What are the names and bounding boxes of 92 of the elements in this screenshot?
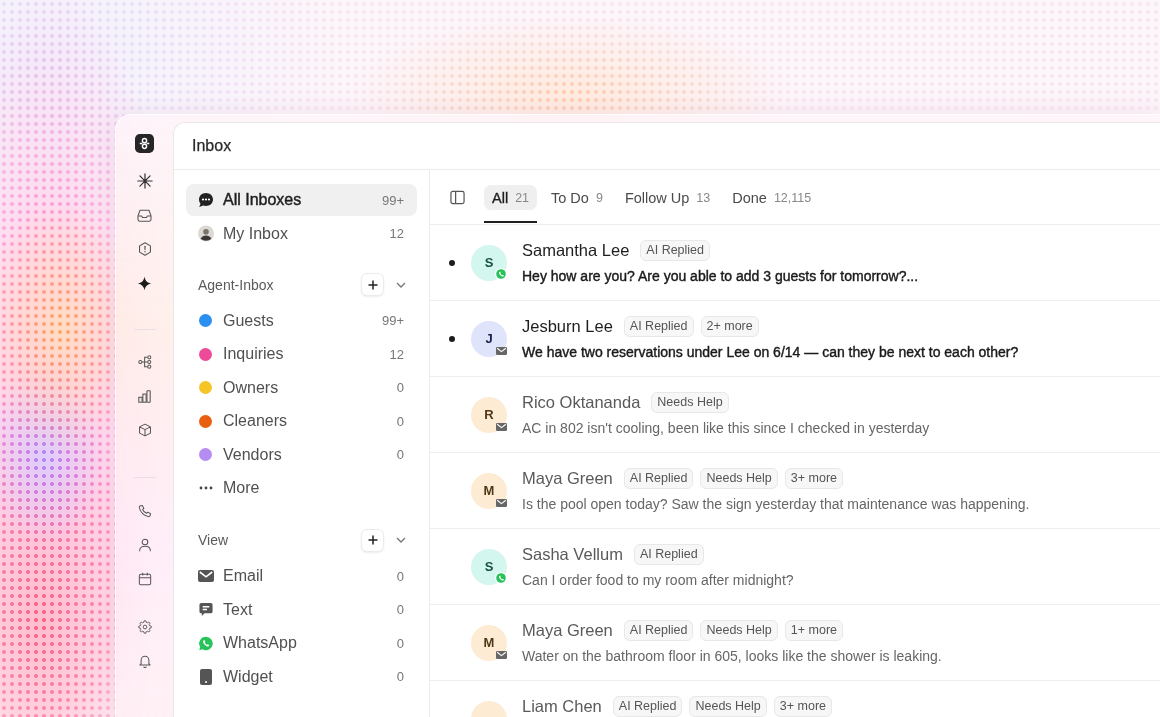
tab[interactable]: To Do 9 [543, 185, 611, 223]
contact-name: Jesburn Lee [522, 316, 613, 336]
bell-icon[interactable] [137, 654, 152, 668]
chevron-down-icon[interactable] [396, 281, 406, 288]
contact-name: Liam Chen [522, 696, 602, 716]
sidebar-item[interactable]: WhatsApp 0 [186, 627, 417, 659]
node-branch-icon[interactable] [137, 355, 152, 369]
mobile-device-icon [198, 668, 214, 685]
calendar-icon[interactable] [137, 572, 152, 586]
status-tag: Needs Help [689, 695, 767, 717]
envelope-badge-icon [496, 422, 507, 431]
add-button[interactable] [361, 528, 384, 552]
contact-avatar: J [471, 320, 507, 357]
status-tag: AI Replied [623, 619, 694, 641]
chevron-down-icon[interactable] [396, 537, 406, 543]
envelope-icon [198, 570, 214, 582]
message-preview: We have two reservations under Lee on 6/14 — can they be next to each other? [522, 342, 1019, 362]
status-tag: AI Replied [623, 315, 694, 337]
message-preview: AC in 802 isn't cooling, been like this since I checked in yesterday [522, 418, 930, 438]
status-tag: Needs Help [700, 619, 778, 641]
plus-icon [367, 279, 378, 290]
status-tag: 3+ more [773, 695, 833, 717]
status-tag: AI Replied [623, 467, 694, 489]
inbox-tray-icon[interactable] [137, 208, 152, 222]
sidebar-item[interactable]: Inquiries 12 [186, 338, 417, 370]
conversation-row[interactable]: J Jesburn Lee AI Replied 2+ more We have two reservations under Lee on 6/14 — can they be next to each other? [430, 301, 1160, 377]
whatsapp-badge-icon [495, 267, 507, 280]
hexagon-alert-icon[interactable] [137, 242, 152, 256]
message-preview: Water on the bathroom floor in 605, looks like the shower is leaking. [522, 646, 942, 666]
sidebar-item[interactable]: Owners 0 [186, 371, 417, 404]
contact-name: Rico Oktananda [522, 392, 641, 412]
message-preview: Hey how are you? Are you able to add 3 guests for tomorrow?... [522, 266, 919, 286]
conversation-row[interactable]: Liam Chen AI Replied Needs Help 3+ more [430, 681, 1160, 717]
sidebar-toggle-icon[interactable] [450, 189, 465, 205]
sidebar-item[interactable]: More [186, 472, 417, 504]
whatsapp-badge-icon [495, 571, 507, 584]
sidebar-item[interactable]: My Inbox 12 [186, 217, 417, 250]
conversation-row[interactable]: M Maya Green AI Replied Needs Help 3+ more Is the pool open today? Saw the sign yesterday that maintenance was happening. [430, 453, 1160, 529]
sidebar-item[interactable]: Text 0 [186, 593, 417, 626]
contact-avatar: M [471, 624, 507, 661]
section-title: View [198, 532, 229, 548]
conversation-row[interactable]: M Maya Green AI Replied Needs Help 1+ more Water on the bathroom floor in 605, looks like the shower is leaking. [430, 605, 1160, 681]
plus-icon [367, 535, 378, 545]
contact-name: Maya Green [522, 468, 613, 488]
tab[interactable]: Done 12,115 [724, 185, 820, 223]
status-tag: Needs Help [700, 467, 778, 489]
status-tag: 2+ more [700, 315, 759, 337]
cube-icon[interactable] [137, 423, 152, 437]
conversation-row[interactable]: R Rico Oktananda Needs Help AC in 802 isn't cooling, been like this since I checked in yesterday [430, 377, 1160, 453]
user-icon[interactable] [137, 538, 152, 552]
whatsapp-icon [198, 635, 214, 651]
contact-name: Sasha Vellum [522, 544, 623, 564]
message-preview: Can I order food to my room after midnight? [522, 570, 794, 590]
page-title: Inbox [192, 137, 232, 155]
sidebar-item[interactable]: All Inboxes 99+ [186, 184, 417, 216]
status-tag: 1+ more [784, 619, 844, 641]
sidebar-item[interactable]: Email 0 [186, 560, 417, 592]
avatar-icon [198, 225, 214, 242]
envelope-badge-icon [496, 650, 507, 659]
status-tag: 3+ more [784, 467, 844, 489]
sidebar-item[interactable]: Widget 0 [186, 660, 417, 693]
status-tag: AI Replied [633, 543, 704, 565]
logo-icon[interactable] [135, 134, 154, 153]
conversation-row[interactable]: S Samantha Lee AI Replied Hey how are you? Are you able to add 3 guests for tomorrow?... [430, 225, 1160, 301]
contact-avatar: R [471, 396, 507, 433]
sidebar-item[interactable]: Cleaners 0 [186, 405, 417, 437]
conversation-row[interactable]: S Sasha Vellum AI Replied Can I order food to my room after midnight? [430, 529, 1160, 605]
chat-bubble-icon [198, 192, 214, 208]
sparkle-icon[interactable] [137, 275, 152, 291]
unread-dot-icon [449, 259, 455, 266]
more-dots-icon [198, 486, 214, 490]
section-title: Agent-Inbox [198, 276, 274, 293]
contact-name: Maya Green [522, 620, 613, 640]
contact-avatar: M [471, 472, 507, 509]
status-tag: Needs Help [651, 391, 729, 413]
unread-dot-icon [449, 335, 455, 342]
contact-avatar: S [471, 244, 507, 281]
settings-icon[interactable] [137, 620, 152, 634]
status-tag: AI Replied [612, 695, 683, 717]
sidebar-item[interactable]: Guests 99+ [186, 304, 417, 337]
envelope-badge-icon [496, 498, 507, 507]
status-tag: AI Replied [640, 239, 711, 261]
sidebar-item[interactable]: Vendors 0 [186, 438, 417, 471]
phone-icon[interactable] [137, 504, 152, 518]
asterisk-icon[interactable] [136, 173, 153, 189]
contact-avatar: S [471, 548, 507, 585]
contact-name: Samantha Lee [522, 240, 630, 260]
message-preview: Is the pool open today? Saw the sign yesterday that maintenance was happening. [522, 494, 1030, 514]
bar-chart-icon[interactable] [138, 389, 151, 403]
envelope-badge-icon [496, 346, 507, 355]
tab[interactable]: Follow Up 13 [616, 185, 719, 223]
add-button[interactable] [361, 273, 384, 296]
